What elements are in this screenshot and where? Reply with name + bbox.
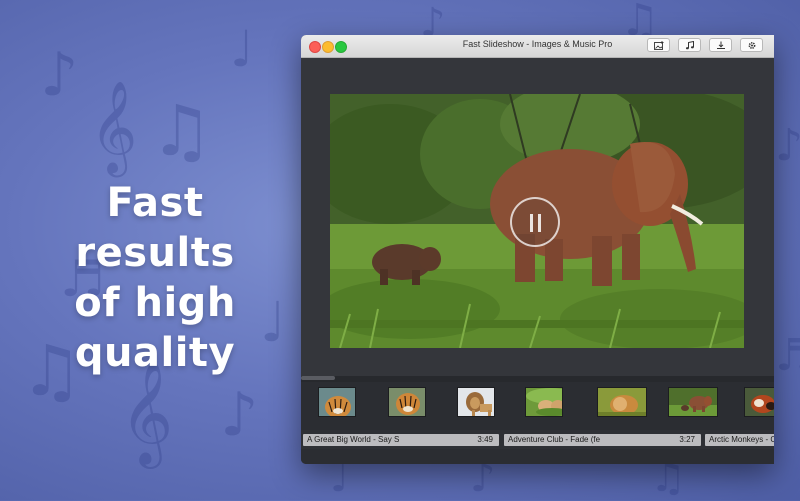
audio-track-duration: 3:49 (477, 435, 493, 444)
timeline-thumbnail-elephants[interactable] (668, 387, 718, 417)
audio-track[interactable]: Adventure Club - Fade (fe 3:27 (504, 434, 701, 446)
add-image-button[interactable] (647, 38, 670, 52)
timeline-thumbnail-lion-cub[interactable] (597, 387, 647, 417)
headline-line-1: Fast results (75, 180, 235, 276)
bottom-bar (301, 449, 774, 464)
app-window: Fast Slideshow - Images & Music Pro A Gr… (301, 35, 774, 464)
timeline-filmstrip (301, 382, 774, 430)
marketing-headline: Fast results of high quality (24, 178, 286, 378)
pause-icon (538, 214, 541, 232)
music-note-icon (685, 40, 694, 49)
gear-icon (748, 41, 755, 49)
preview-stage (301, 58, 774, 378)
pause-icon (530, 214, 533, 232)
audio-track[interactable]: A Great Big World - Say S 3:49 (303, 434, 499, 446)
pause-button[interactable] (510, 197, 560, 247)
download-icon (716, 41, 725, 49)
audio-track-duration: 3:27 (679, 435, 695, 444)
music-note-icon: ♬ (775, 330, 800, 381)
treble-clef-icon: 𝄞 (90, 80, 138, 173)
settings-button[interactable] (740, 38, 763, 52)
timeline-thumbnail-tiger[interactable] (318, 387, 356, 417)
music-button[interactable] (678, 38, 701, 52)
timeline-thumbnail-lion-cubs[interactable] (525, 387, 563, 417)
headline-line-3: quality (74, 330, 236, 376)
video-preview[interactable] (330, 94, 744, 348)
timeline-thumbnail-lion[interactable] (457, 387, 495, 417)
timeline-thumbnail-red-panda[interactable] (744, 387, 774, 417)
audio-track-name: Adventure Club - Fade (fe (508, 435, 601, 444)
headline-line-2: of high (74, 280, 236, 326)
timeline-scroll-thumb[interactable] (301, 376, 335, 380)
export-button[interactable] (709, 38, 732, 52)
image-plus-icon (653, 40, 663, 50)
timeline-thumbnail-tiger[interactable] (388, 387, 426, 417)
music-note-icon: ♪ (220, 380, 259, 450)
music-note-icon: ♩ (230, 20, 254, 78)
window-title: Fast Slideshow - Images & Music Pro (462, 39, 613, 49)
title-bar[interactable]: Fast Slideshow - Images & Music Pro (301, 35, 774, 58)
audio-track-name: Arctic Monkeys - C (709, 435, 774, 444)
music-note-icon: ♪ (775, 120, 800, 171)
music-note-icon: ♫ (150, 90, 213, 172)
audio-track[interactable]: Arctic Monkeys - C (705, 434, 774, 446)
audio-track-name: A Great Big World - Say S (307, 435, 400, 444)
music-note-icon: ♪ (40, 40, 79, 110)
